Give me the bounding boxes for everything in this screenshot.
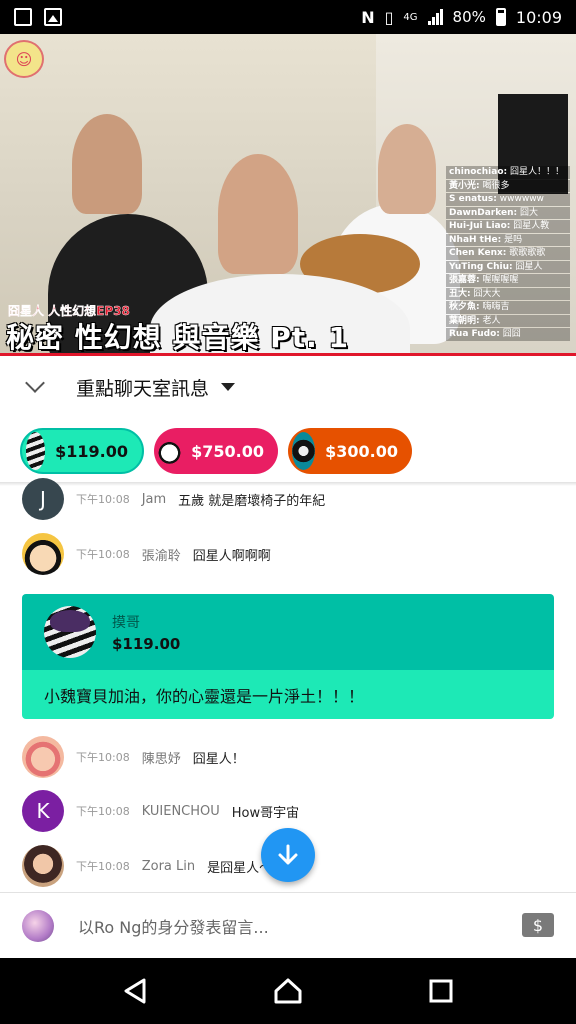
message-input-bar: 以Ro Ng的身分發表留言... $ — [0, 892, 576, 958]
scroll-to-bottom-button[interactable] — [261, 828, 315, 882]
chat-message[interactable]: K 下午10:08 KUIENCHOU How哥宇宙 — [22, 790, 562, 832]
avatar — [44, 606, 96, 658]
home-icon[interactable] — [273, 977, 303, 1005]
person-center-head — [218, 154, 298, 274]
chat-mode-title[interactable]: 重點聊天室訊息 — [76, 374, 209, 401]
chip-amount: $300.00 — [325, 441, 398, 461]
video-player[interactable]: ☺ chinochiao: 囧星人！！！ 黃小光: 喝很多 S enatus: … — [0, 34, 576, 356]
clock: 10:09 — [515, 7, 562, 27]
message-time: 下午10:08 — [76, 493, 130, 506]
back-icon[interactable] — [122, 977, 148, 1005]
person-right-head — [378, 124, 436, 214]
image-notification-icon — [44, 8, 62, 26]
message-author: KUIENCHOU — [141, 803, 220, 819]
overlay-chat-row: 葉朝明: 老人 — [446, 314, 570, 327]
overlay-chat-row: NhaH tHe: 是吗 — [446, 233, 570, 246]
message-author: 陳思妤 — [141, 751, 181, 767]
overlay-chat-row: chinochiao: 囧星人！！！ — [446, 166, 570, 179]
super-chat-card[interactable]: 摸哥 $119.00 小魏寶貝加油，你的心靈還是一片淨土！！！ — [22, 594, 554, 719]
overlay-chat-row: 張嘉蓉: 喔喔喔喔 — [446, 274, 570, 287]
chip-avatar — [26, 432, 46, 470]
overlay-chat-row: 黃小光: 喝很多 — [446, 179, 570, 192]
nfc-icon: N — [361, 7, 375, 27]
message-text: How哥宇宙 — [231, 805, 300, 821]
overlay-chat-row: S enatus: wwwwww — [446, 193, 570, 206]
overlay-chat-row: Hui-Jui Liao: 囧星人教 — [446, 220, 570, 233]
message-author: 張渝聆 — [141, 548, 181, 564]
super-chat-chip[interactable]: $300.00 — [288, 428, 412, 474]
currency-icon: $ — [532, 915, 544, 935]
network-type: 4G — [403, 11, 418, 23]
super-chat-amount: $119.00 — [112, 634, 181, 653]
person-left-head — [72, 114, 142, 214]
avatar: K — [22, 790, 64, 832]
collapse-chevron-icon[interactable] — [25, 373, 45, 393]
overlay-chat-row: Rua Fudo: 囧囧 — [446, 328, 570, 341]
video-overlay-chat: chinochiao: 囧星人！！！ 黃小光: 喝很多 S enatus: ww… — [446, 166, 570, 341]
super-chat-ticker: $119.00 $750.00 $300.00 — [20, 428, 412, 474]
avatar — [22, 736, 64, 778]
avatar — [22, 845, 64, 887]
chip-amount: $750.00 — [191, 441, 264, 461]
overlay-chat-row: DawnDarken: 囧大 — [446, 206, 570, 219]
message-text: 囧星人！ — [192, 751, 245, 767]
battery-percent: 80% — [452, 8, 486, 26]
avatar: J — [22, 478, 64, 520]
message-time: 下午10:08 — [76, 805, 130, 818]
message-text: 五歲 就是磨壞椅子的年紀 — [178, 493, 326, 509]
vibrate-icon: ▯ — [384, 7, 394, 27]
battery-icon — [495, 8, 506, 26]
video-title: 秘密 性幻想 與音樂 Pt. 1 — [6, 321, 350, 354]
super-chat-button[interactable]: $ — [522, 913, 554, 937]
chat-header: 重點聊天室訊息 — [0, 356, 576, 418]
recents-icon[interactable] — [428, 978, 454, 1004]
arrow-down-icon — [278, 844, 298, 865]
super-chat-chip[interactable]: $750.00 — [154, 428, 278, 474]
message-author: Zora Lin — [141, 858, 196, 874]
super-chat-header: 摸哥 $119.00 — [22, 594, 554, 670]
user-avatar — [22, 909, 54, 942]
message-input[interactable]: 以Ro Ng的身分發表留言... — [78, 914, 269, 938]
super-chat-author: 摸哥 — [112, 614, 140, 631]
chat-message[interactable]: J 下午10:08 Jam 五歲 就是磨壞椅子的年紀 — [22, 478, 562, 520]
super-chat-chip[interactable]: $119.00 — [20, 428, 144, 474]
message-text: 囧星人啊啊啊 — [192, 548, 271, 564]
chat-message[interactable]: 下午10:08 張渝聆 囧星人啊啊啊 — [22, 533, 562, 575]
overlay-chat-row: Chen Kenx: 歌歌歌歌 — [446, 247, 570, 260]
signal-icon — [427, 9, 443, 25]
chat-message[interactable]: 下午10:08 陳思妤 囧星人！ — [22, 736, 562, 778]
chip-avatar — [158, 432, 182, 470]
chip-amount: $119.00 — [55, 441, 128, 461]
message-time: 下午10:08 — [76, 548, 130, 561]
message-author: Jam — [141, 491, 167, 507]
channel-logo-icon: ☺ — [4, 40, 44, 78]
overlay-chat-row: YuTing Chiu: 囧星人 — [446, 260, 570, 273]
overlay-chat-row: 丑大: 囧大大 — [446, 287, 570, 300]
document-notification-icon — [14, 8, 32, 26]
avatar — [22, 533, 64, 575]
chip-avatar — [292, 432, 316, 470]
message-time: 下午10:08 — [76, 751, 130, 764]
dropdown-caret-icon[interactable] — [221, 383, 236, 391]
system-nav-bar — [0, 958, 576, 1024]
status-bar: N ▯ 4G 80% 10:09 — [0, 0, 576, 34]
message-time: 下午10:08 — [76, 860, 130, 873]
overlay-chat-row: 秋夕魚: 嗨嗨吉 — [446, 301, 570, 314]
super-chat-message: 小魏寶貝加油，你的心靈還是一片淨土！！！ — [22, 670, 554, 719]
